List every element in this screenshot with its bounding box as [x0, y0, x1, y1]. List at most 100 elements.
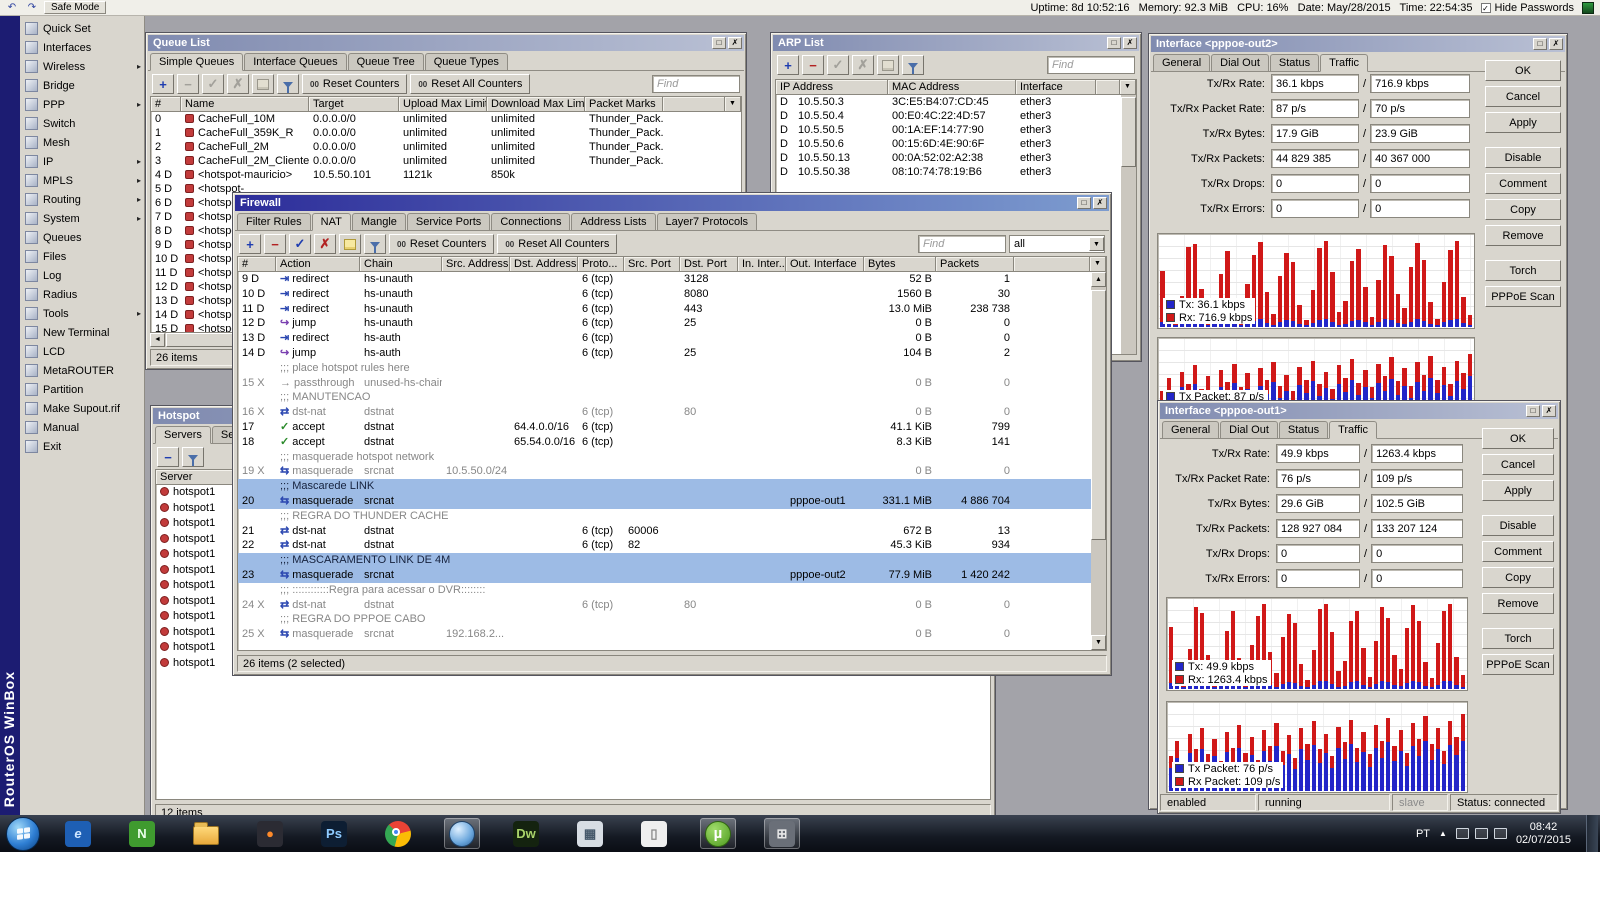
clock[interactable]: 08:42 02/07/2015 [1516, 821, 1571, 847]
pppoe-scan-button[interactable]: PPPoE Scan [1485, 286, 1561, 307]
add-button[interactable]: + [239, 234, 261, 254]
scroll-thumb[interactable] [1121, 97, 1136, 167]
firewall-rule-row[interactable]: 14 D ↪ jump hs-auth 6 (tcp) 25 104 B 2 [238, 346, 1106, 361]
sidebar-item-switch[interactable]: Switch [20, 114, 144, 133]
remove-button[interactable]: − [177, 74, 199, 94]
arp-row[interactable]: D 10.5.50.4 00:E0:4C:22:4D:57 ether3 [776, 109, 1136, 123]
pppoe-out2-tab-traffic[interactable]: Traffic [1320, 54, 1369, 72]
column-header-bytes[interactable]: Bytes [864, 257, 936, 272]
sidebar-item-queues[interactable]: Queues [20, 228, 144, 247]
column-chooser-button[interactable]: ▼ [725, 97, 741, 112]
firewall-rule-row[interactable]: 15 X → passthrough unused-hs-chain 0 B 0 [238, 376, 1106, 391]
disable-button[interactable]: ✗ [852, 55, 874, 75]
scroll-thumb[interactable] [1091, 290, 1106, 540]
reset-all-counters-button[interactable]: 00 Reset All Counters [497, 234, 618, 254]
sidebar-item-exit[interactable]: Exit [20, 437, 144, 456]
column-header-dst-port[interactable]: Dst. Port [680, 257, 738, 272]
undo-button[interactable]: ↶ [4, 1, 20, 14]
filter-button[interactable] [182, 447, 204, 467]
enable-button[interactable]: ✓ [289, 234, 311, 254]
scroll-left-button[interactable]: ◄ [150, 333, 165, 347]
firewall-comment-row[interactable]: ;;; REGRA DO PPPOE CABO [238, 612, 1106, 627]
filter-button[interactable] [902, 55, 924, 75]
vertical-scrollbar[interactable]: ▲ ▼ [1091, 272, 1106, 650]
close-button[interactable]: ✗ [1093, 197, 1107, 209]
maximize-button[interactable]: □ [712, 37, 726, 49]
maximize-button[interactable]: □ [1533, 38, 1547, 50]
sidebar-item-wireless[interactable]: Wireless ▸ [20, 57, 144, 76]
sidebar-item-make-supout-rif[interactable]: Make Supout.rif [20, 399, 144, 418]
arp-row[interactable]: D 10.5.50.6 00:15:6D:4E:90:6F ether3 [776, 137, 1136, 151]
copy-button[interactable]: Copy [1485, 199, 1561, 220]
firewall-rule-row[interactable]: 12 D ↪ jump hs-unauth 6 (tcp) 25 0 B 0 [238, 316, 1106, 331]
firewall-rule-row[interactable]: 16 X ⇄ dst-nat dstnat 6 (tcp) 80 0 B 0 [238, 405, 1106, 420]
column-header-dst-address[interactable]: Dst. Address [510, 257, 578, 272]
torch-button[interactable]: Torch [1482, 628, 1554, 649]
disable-button[interactable]: Disable [1485, 147, 1561, 168]
sidebar-item-routing[interactable]: Routing ▸ [20, 190, 144, 209]
remove-button[interactable]: − [157, 447, 179, 467]
column-header-ip-address[interactable]: IP Address [776, 80, 888, 95]
cancel-button[interactable]: Cancel [1485, 86, 1561, 107]
remove-button[interactable]: − [264, 234, 286, 254]
arp-list-titlebar[interactable]: ARP List □ ✗ [773, 35, 1139, 51]
ok-button[interactable]: OK [1485, 60, 1561, 81]
action-center-icon[interactable] [1455, 828, 1469, 839]
firewall-tab-service-ports[interactable]: Service Ports [406, 213, 491, 231]
arp-row[interactable]: D 10.5.50.3 3C:E5:B4:07:CD:45 ether3 [776, 95, 1136, 109]
queue-row[interactable]: 4 D <hotspot-mauricio> 10.5.50.101 1121k 850… [151, 168, 741, 182]
queue-tab-simple-queues[interactable]: Simple Queues [150, 53, 244, 71]
firewall-tab-layer7-protocols[interactable]: Layer7 Protocols [656, 213, 758, 231]
pppoe-out2-tab-dial-out[interactable]: Dial Out [1211, 54, 1269, 72]
firewall-tab-filter-rules[interactable]: Filter Rules [237, 213, 311, 231]
column-header-mac-address[interactable]: MAC Address [888, 80, 1016, 95]
firewall-rule-row[interactable]: 18 ✓ accept dstnat 65.54.0.0/16 6 (tcp) 8.3 Ki… [238, 435, 1106, 450]
queue-row[interactable]: 3 CacheFull_2M_Clientes... 0.0.0.0/0 unlimi… [151, 154, 741, 168]
firewall-comment-row[interactable]: ;;; MANUTENCAO [238, 390, 1106, 405]
taskbar-icon-dreamweaver[interactable]: Dw [508, 818, 544, 849]
interface-titlebar[interactable]: Interface <pppoe-out1> □ ✗ [1160, 403, 1558, 419]
cancel-button[interactable]: Cancel [1482, 454, 1554, 475]
queue-row[interactable]: 0 CacheFull_10M 0.0.0.0/0 unlimited unlimite… [151, 112, 741, 126]
sidebar-item-partition[interactable]: Partition [20, 380, 144, 399]
hidden-icons-arrow[interactable]: ▲ [1439, 829, 1447, 838]
sidebar-item-metarouter[interactable]: MetaROUTER [20, 361, 144, 380]
sidebar-item-system[interactable]: System ▸ [20, 209, 144, 228]
chain-filter-select[interactable]: all ▼ [1009, 235, 1105, 253]
comment-button[interactable]: Comment [1482, 541, 1554, 562]
vertical-scrollbar[interactable] [1121, 95, 1136, 354]
column-header-src-address[interactable]: Src. Address [442, 257, 510, 272]
close-button[interactable]: ✗ [728, 37, 742, 49]
sidebar-item-bridge[interactable]: Bridge [20, 76, 144, 95]
sidebar-item-quick-set[interactable]: Quick Set [20, 19, 144, 38]
sidebar-item-interfaces[interactable]: Interfaces [20, 38, 144, 57]
sidebar-item-mpls[interactable]: MPLS ▸ [20, 171, 144, 190]
firewall-rule-row[interactable]: 21 ⇄ dst-nat dstnat 6 (tcp) 60006 672 B 13 [238, 524, 1106, 539]
apply-button[interactable]: Apply [1482, 480, 1554, 501]
queue-tab-queue-types[interactable]: Queue Types [424, 53, 508, 71]
remove-button[interactable]: Remove [1485, 225, 1561, 246]
firewall-comment-row[interactable]: ;;; place hotspot rules here [238, 361, 1106, 376]
network-icon[interactable] [1474, 828, 1488, 839]
firewall-comment-row[interactable]: ;;; Mascarede LINK [238, 479, 1106, 494]
firewall-comment-row[interactable]: ;;; REGRA DO THUNDER CACHE [238, 509, 1106, 524]
firewall-comment-row[interactable]: ;;; MASCARAMENTO LINK DE 4M [238, 553, 1106, 568]
redo-button[interactable]: ↷ [24, 1, 40, 14]
firewall-rule-row[interactable]: 19 X ⇆ masquerade srcnat 10.5.50.0/24 0 B 0 [238, 464, 1106, 479]
pppoe-out2-tab-status[interactable]: Status [1269, 54, 1320, 72]
column-header-in-inter-[interactable]: In. Inter... [738, 257, 786, 272]
firewall-comment-row[interactable]: ;;; ::::::::::::Regra para acessar o DVR… [238, 583, 1106, 598]
close-button[interactable]: ✗ [1549, 38, 1563, 50]
sidebar-item-files[interactable]: Files [20, 247, 144, 266]
reset-all-counters-button[interactable]: 00 Reset All Counters [410, 74, 531, 94]
firewall-tab-address-lists[interactable]: Address Lists [571, 213, 656, 231]
pppoe-out1-tab-traffic[interactable]: Traffic [1329, 421, 1378, 439]
show-desktop-button[interactable] [1586, 815, 1598, 852]
language-indicator[interactable]: PT [1416, 828, 1430, 840]
close-button[interactable]: ✗ [1123, 37, 1137, 49]
column-header-packets[interactable]: Packets [936, 257, 1014, 272]
maximize-button[interactable]: □ [1107, 37, 1121, 49]
firewall-comment-row[interactable]: ;;; masquerade hotspot network [238, 450, 1106, 465]
safe-mode-button[interactable]: Safe Mode [44, 1, 107, 14]
firewall-rule-row[interactable]: 25 X ⇆ masquerade srcnat 192.168.2... 0 B 0 [238, 627, 1106, 642]
